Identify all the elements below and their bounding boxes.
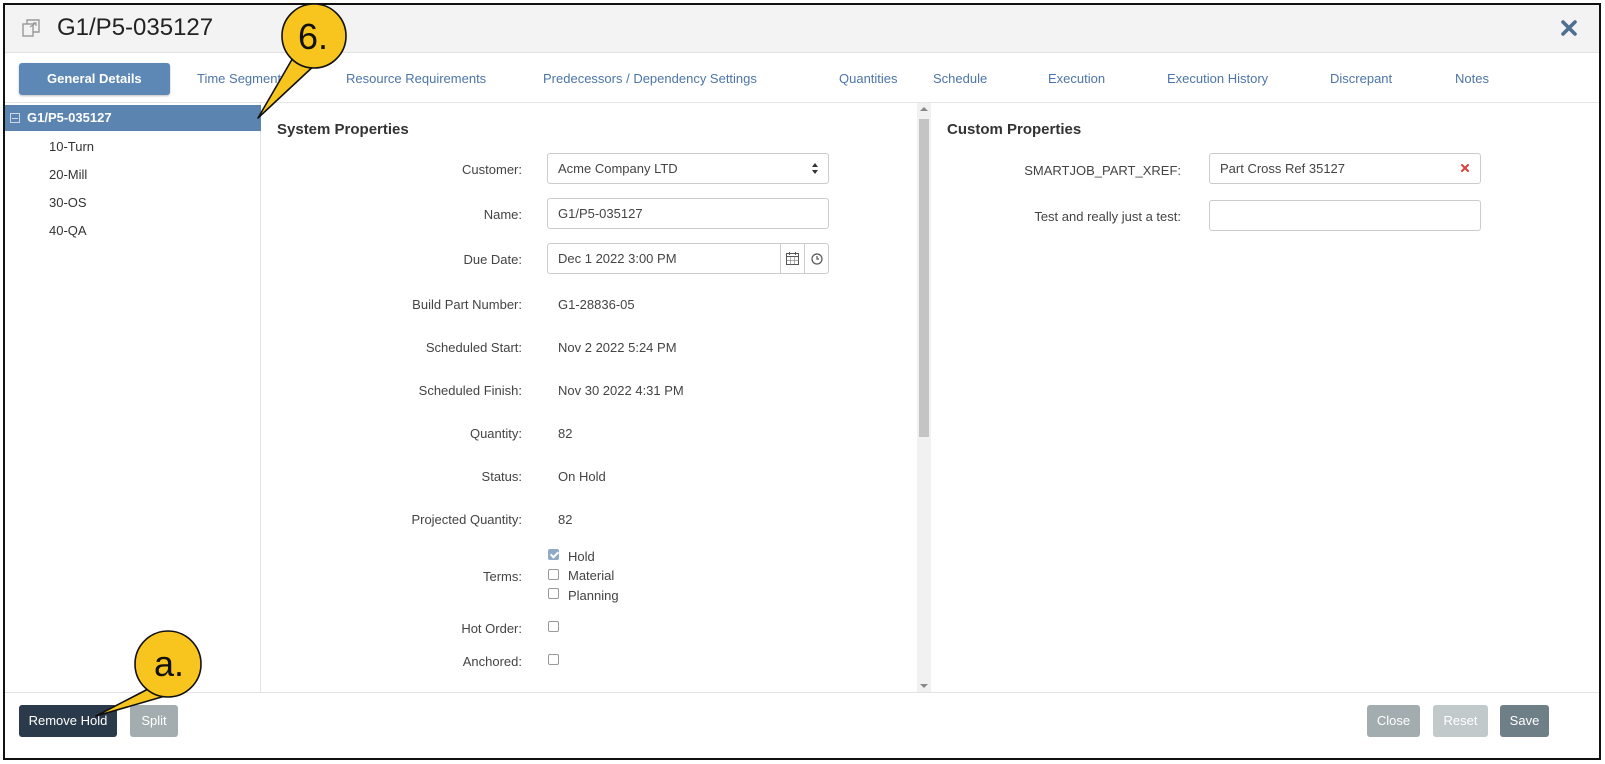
anchored-checkbox[interactable] bbox=[548, 654, 559, 665]
terms-hold-checkbox[interactable] bbox=[548, 549, 559, 560]
test-label: Test and really just a test: bbox=[1034, 209, 1181, 224]
terms-planning-label: Planning bbox=[568, 588, 619, 603]
reset-button[interactable]: Reset bbox=[1433, 705, 1488, 737]
scheduled-finish-value: Nov 30 2022 4:31 PM bbox=[558, 383, 684, 398]
name-value: G1/P5-035127 bbox=[558, 206, 643, 221]
anchored-label: Anchored: bbox=[462, 654, 522, 669]
tree-item-40-qa[interactable]: 40-QA bbox=[49, 223, 87, 238]
customer-value: Acme Company LTD bbox=[558, 161, 678, 176]
scheduled-start-label: Scheduled Start: bbox=[425, 340, 522, 355]
build-part-value: G1-28836-05 bbox=[558, 297, 635, 312]
scroll-up-icon[interactable] bbox=[920, 107, 928, 111]
tree-item-30-os[interactable]: 30-OS bbox=[49, 195, 87, 210]
tab-predecessors[interactable]: Predecessors / Dependency Settings bbox=[543, 63, 757, 95]
job-tree: G1/P5-035127 10-Turn 20-Mill 30-OS 40-QA bbox=[5, 103, 261, 692]
calendar-button[interactable] bbox=[780, 244, 804, 273]
scroll-down-icon[interactable] bbox=[920, 684, 928, 688]
quantity-label: Quantity: bbox=[469, 426, 522, 441]
system-properties-title: System Properties bbox=[277, 121, 409, 138]
status-label: Status: bbox=[481, 469, 522, 484]
tab-resource-requirements[interactable]: Resource Requirements bbox=[346, 63, 486, 95]
window-title: G1/P5-035127 bbox=[57, 14, 214, 41]
quantity-value: 82 bbox=[558, 426, 573, 441]
save-button[interactable]: Save bbox=[1500, 705, 1549, 737]
projected-quantity-value: 82 bbox=[558, 512, 573, 527]
customer-label: Customer: bbox=[462, 162, 522, 177]
terms-material-label: Material bbox=[568, 568, 615, 583]
projected-quantity-label: Projected Quantity: bbox=[411, 512, 522, 527]
system-properties-panel: System Properties Customer: Acme Company… bbox=[262, 103, 917, 692]
tab-schedule[interactable]: Schedule bbox=[933, 63, 987, 95]
due-date-input[interactable]: Dec 1 2022 3:00 PM bbox=[547, 243, 829, 274]
tree-item-10-turn[interactable]: 10-Turn bbox=[49, 139, 94, 154]
tab-bar: General Details Time Segments Resource R… bbox=[5, 53, 1599, 103]
tab-execution-history[interactable]: Execution History bbox=[1167, 63, 1268, 95]
terms-label: Terms: bbox=[483, 569, 522, 584]
name-label: Name: bbox=[483, 207, 522, 222]
tab-execution[interactable]: Execution bbox=[1048, 63, 1105, 95]
due-date-value: Dec 1 2022 3:00 PM bbox=[558, 251, 677, 266]
remove-hold-button[interactable]: Remove Hold bbox=[19, 705, 117, 737]
select-arrows-icon bbox=[812, 163, 818, 174]
terms-hold-label: Hold bbox=[568, 549, 595, 564]
calendar-icon bbox=[786, 252, 799, 265]
dialog-footer: Remove Hold Split Close Reset Save bbox=[5, 692, 1599, 758]
name-input[interactable]: G1/P5-035127 bbox=[547, 198, 829, 229]
clear-icon[interactable] bbox=[1460, 163, 1470, 173]
terms-material-checkbox[interactable] bbox=[548, 569, 559, 580]
xref-label: SMARTJOB_PART_XREF: bbox=[1024, 163, 1181, 178]
hot-order-label: Hot Order: bbox=[461, 621, 522, 636]
due-date-label: Due Date: bbox=[463, 252, 522, 267]
clock-icon bbox=[811, 253, 823, 265]
tree-item-20-mill[interactable]: 20-Mill bbox=[49, 167, 87, 182]
collapse-icon[interactable] bbox=[10, 113, 20, 123]
hot-order-checkbox[interactable] bbox=[548, 621, 559, 632]
xref-input[interactable]: Part Cross Ref 35127 bbox=[1209, 153, 1481, 184]
test-input[interactable] bbox=[1209, 200, 1481, 231]
title-bar: G1/P5-035127 bbox=[5, 5, 1599, 53]
copy-document-icon bbox=[22, 19, 40, 37]
tree-root-label: G1/P5-035127 bbox=[27, 110, 112, 125]
terms-planning-checkbox[interactable] bbox=[548, 588, 559, 599]
tab-general-details[interactable]: General Details bbox=[19, 63, 170, 95]
time-button[interactable] bbox=[804, 244, 828, 273]
custom-properties-title: Custom Properties bbox=[947, 121, 1082, 138]
build-part-label: Build Part Number: bbox=[412, 297, 522, 312]
close-button[interactable]: Close bbox=[1367, 705, 1420, 737]
customer-select[interactable]: Acme Company LTD bbox=[547, 153, 829, 184]
tab-discrepant[interactable]: Discrepant bbox=[1330, 63, 1392, 95]
status-value: On Hold bbox=[558, 469, 606, 484]
tab-notes[interactable]: Notes bbox=[1455, 63, 1489, 95]
tree-root-item[interactable]: G1/P5-035127 bbox=[5, 105, 261, 131]
tab-time-segments[interactable]: Time Segments bbox=[197, 63, 288, 95]
tab-quantities[interactable]: Quantities bbox=[839, 63, 898, 95]
split-button[interactable]: Split bbox=[130, 705, 178, 737]
scheduled-finish-label: Scheduled Finish: bbox=[418, 383, 522, 398]
properties-scrollbar[interactable] bbox=[917, 103, 931, 692]
dialog-window: G1/P5-035127 General Details Time Segmen… bbox=[3, 3, 1601, 760]
scroll-thumb[interactable] bbox=[919, 119, 929, 437]
custom-properties-panel: Custom Properties SMARTJOB_PART_XREF: Pa… bbox=[931, 103, 1599, 692]
close-icon[interactable] bbox=[1557, 16, 1581, 40]
scheduled-start-value: Nov 2 2022 5:24 PM bbox=[558, 340, 677, 355]
xref-value: Part Cross Ref 35127 bbox=[1220, 161, 1346, 176]
